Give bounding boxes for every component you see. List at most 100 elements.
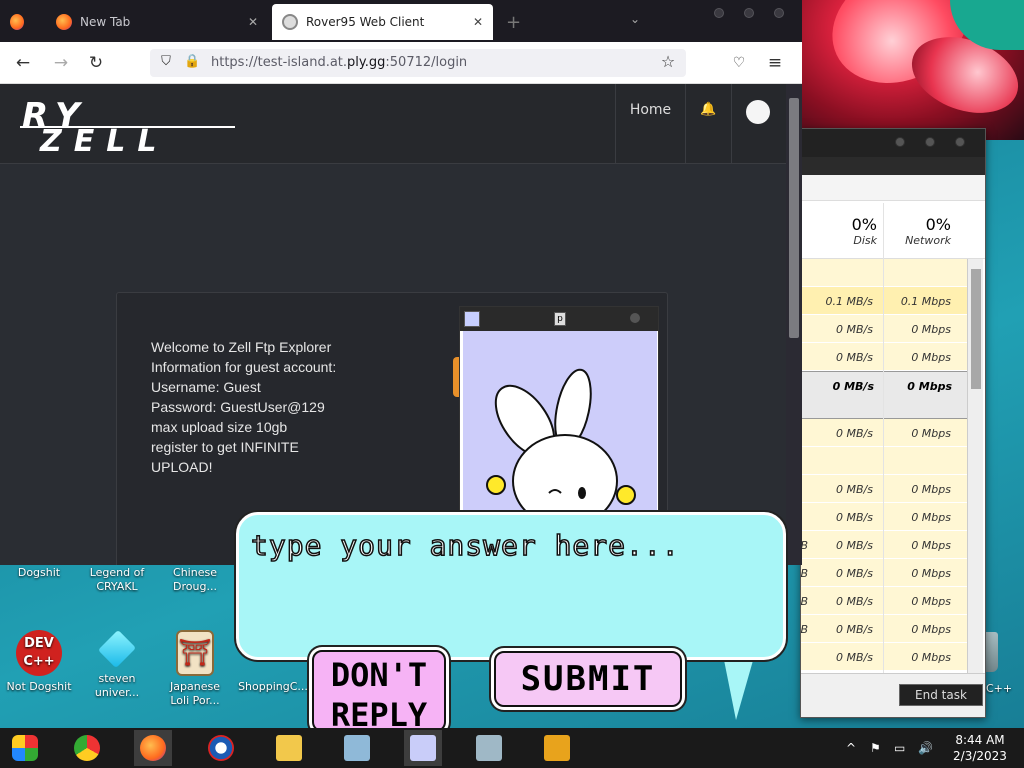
pocket-icon[interactable]: ♡ bbox=[728, 52, 750, 74]
task-manager-icon bbox=[476, 735, 502, 761]
desktop-icon-legend-of-cryakl[interactable]: Legend of CRYAKL bbox=[78, 566, 156, 594]
process-row[interactable]: MB 0 MB/s 0 Mbps bbox=[801, 559, 971, 587]
scrollbar-thumb[interactable] bbox=[971, 269, 981, 389]
dev-cpp-icon-text: DEV bbox=[24, 636, 54, 651]
tab-firefox-view[interactable] bbox=[0, 4, 42, 40]
close-icon[interactable] bbox=[630, 313, 640, 323]
disk-value: 0 MB/s bbox=[836, 651, 873, 664]
volume-icon[interactable]: 🔊 bbox=[918, 728, 933, 768]
disk-value: 0 MB/s bbox=[836, 323, 873, 336]
network-value: 0 Mbps bbox=[911, 651, 951, 664]
close-icon[interactable] bbox=[774, 8, 784, 18]
network-value: 0 Mbps bbox=[911, 623, 951, 636]
maximize-icon[interactable] bbox=[744, 8, 754, 18]
process-row[interactable]: 0 MB/s 0 Mbps bbox=[801, 343, 971, 371]
maximize-icon[interactable] bbox=[925, 137, 935, 147]
answer-speech-bubble[interactable]: type your answer here... bbox=[236, 512, 786, 660]
desktop-icon-label: Droug... bbox=[173, 580, 217, 593]
address-bar[interactable]: ⛉ 🔒 https://test-island.at.ply.gg:50712/… bbox=[150, 49, 686, 77]
list-tabs-icon[interactable]: ⌄ bbox=[630, 12, 640, 26]
process-row[interactable] bbox=[801, 259, 971, 287]
tray-chevron[interactable]: ^ bbox=[846, 728, 856, 768]
disk-value: 0 MB/s bbox=[836, 483, 873, 496]
end-task-button[interactable]: End task bbox=[899, 684, 983, 706]
firefox-icon bbox=[56, 14, 72, 30]
wallpaper-flower bbox=[800, 0, 1024, 140]
lock-icon[interactable]: 🔒 bbox=[184, 54, 200, 70]
flag-icon[interactable]: ⚑ bbox=[870, 728, 881, 768]
disk-value: 0.1 MB/s bbox=[825, 295, 873, 308]
desktop-icon-japanese-loli-por[interactable]: ⛩ Japanese Loli Por... bbox=[156, 630, 234, 708]
task-manager-menubar bbox=[801, 157, 985, 175]
disk-value: 0 MB/s bbox=[836, 427, 873, 440]
back-button[interactable]: ← bbox=[12, 52, 34, 74]
welcome-line: Information for guest account: bbox=[151, 359, 337, 375]
taskbar-clock[interactable]: 8:44 AM 2/3/2023 bbox=[945, 732, 1015, 764]
network-column-header[interactable]: 0% Network bbox=[881, 215, 951, 247]
dev-cpp-icon-text: C++ bbox=[23, 654, 55, 669]
network-value: 0 Mbps bbox=[911, 351, 951, 364]
taskbar-app-orange[interactable] bbox=[538, 730, 576, 766]
bell-icon[interactable]: 🔔 bbox=[685, 84, 731, 164]
forward-button[interactable]: → bbox=[50, 52, 72, 74]
taskbar-app-obama[interactable] bbox=[202, 730, 240, 766]
desktop-icon-not-dogshit[interactable]: DEV C++ Not Dogshit bbox=[0, 630, 78, 694]
taskbar-network-app[interactable] bbox=[338, 730, 376, 766]
answer-input[interactable]: type your answer here... bbox=[250, 528, 680, 563]
browser-window: New Tab ✕ Rover95 Web Client ✕ + ⌄ ← → ↻… bbox=[0, 0, 802, 565]
process-row[interactable]: MB 0 MB/s 0 Mbps bbox=[801, 531, 971, 559]
process-row[interactable]: 0 MB/s 0 Mbps bbox=[801, 643, 971, 671]
start-button[interactable] bbox=[6, 730, 44, 766]
scrollbar-thumb[interactable] bbox=[789, 98, 799, 338]
menu-button[interactable]: ≡ bbox=[764, 52, 786, 74]
process-list-scrollbar[interactable] bbox=[967, 259, 983, 675]
close-tab-icon[interactable]: ✕ bbox=[473, 15, 483, 29]
desktop-icon-dogshit[interactable]: Dogshit bbox=[0, 566, 78, 580]
welcome-line: max upload size 10gb bbox=[151, 419, 288, 435]
close-icon[interactable] bbox=[955, 137, 965, 147]
process-row[interactable]: 0 MB/s 0 Mbps bbox=[801, 503, 971, 531]
process-row[interactable]: 0.1 MB/s 0.1 Mbps bbox=[801, 287, 971, 315]
dont-reply-button[interactable]: DON'T REPLY bbox=[312, 650, 446, 732]
taskbar-task-manager[interactable] bbox=[470, 730, 508, 766]
desktop-icon-chinese-drougs[interactable]: Chinese Droug... bbox=[156, 566, 234, 594]
taskbar-bunny-app[interactable] bbox=[404, 730, 442, 766]
user-menu[interactable] bbox=[731, 84, 786, 164]
process-row[interactable]: MB 0 MB/s 0 Mbps bbox=[801, 615, 971, 643]
taskbar-file-explorer[interactable] bbox=[270, 730, 308, 766]
desktop-icon-steven-universe[interactable]: steven univer... bbox=[78, 629, 156, 700]
close-tab-icon[interactable]: ✕ bbox=[248, 15, 258, 29]
desktop-icon-shoppingcart[interactable]: ShoppingC... bbox=[234, 680, 312, 694]
submit-button[interactable]: SUBMIT bbox=[494, 651, 682, 707]
taskbar-chrome[interactable] bbox=[68, 730, 106, 766]
disk-value: 0 MB/s bbox=[836, 539, 873, 552]
disk-value: 0 MB/s bbox=[836, 567, 873, 580]
taskbar-firefox[interactable] bbox=[134, 730, 172, 766]
network-tray-icon[interactable]: ▭ bbox=[894, 728, 905, 768]
process-row[interactable] bbox=[801, 447, 971, 475]
welcome-line: Password: GuestUser@129 bbox=[151, 399, 325, 415]
shield-icon[interactable]: ⛉ bbox=[158, 54, 174, 70]
taskbar: ^ ⚑ ▭ 🔊 8:44 AM 2/3/2023 bbox=[0, 728, 1024, 768]
nav-home-link[interactable]: Home bbox=[615, 84, 685, 164]
disk-column-header[interactable]: 0% Disk bbox=[807, 215, 877, 247]
process-row[interactable]: MB 0 MB/s 0 Mbps bbox=[801, 587, 971, 615]
minimize-icon[interactable] bbox=[714, 8, 724, 18]
tab-rover95[interactable]: Rover95 Web Client ✕ bbox=[272, 4, 493, 40]
network-value: 0 Mbps bbox=[911, 511, 951, 524]
page-scrollbar[interactable] bbox=[786, 84, 802, 565]
process-row[interactable]: 0 MB/s 0 Mbps bbox=[801, 475, 971, 503]
url-text: https://test-island.at.ply.gg:50712/logi… bbox=[211, 55, 467, 70]
task-manager-footer: End task bbox=[801, 673, 985, 717]
reload-button[interactable]: ↻ bbox=[85, 52, 107, 74]
bookmark-star-icon[interactable]: ☆ bbox=[660, 54, 676, 70]
tab-new-tab[interactable]: New Tab ✕ bbox=[46, 4, 268, 40]
process-row-selected[interactable]: 0 MB/s 0 Mbps bbox=[801, 371, 971, 419]
new-tab-button[interactable]: + bbox=[506, 12, 521, 33]
bunny-popup-window: p bbox=[459, 306, 659, 521]
process-row[interactable]: 0 MB/s 0 Mbps bbox=[801, 315, 971, 343]
desktop-icon-label: CRYAKL bbox=[96, 580, 138, 593]
process-row[interactable]: 0 MB/s 0 Mbps bbox=[801, 419, 971, 447]
site-logo[interactable]: RY ZELL bbox=[20, 96, 240, 159]
minimize-icon[interactable] bbox=[895, 137, 905, 147]
